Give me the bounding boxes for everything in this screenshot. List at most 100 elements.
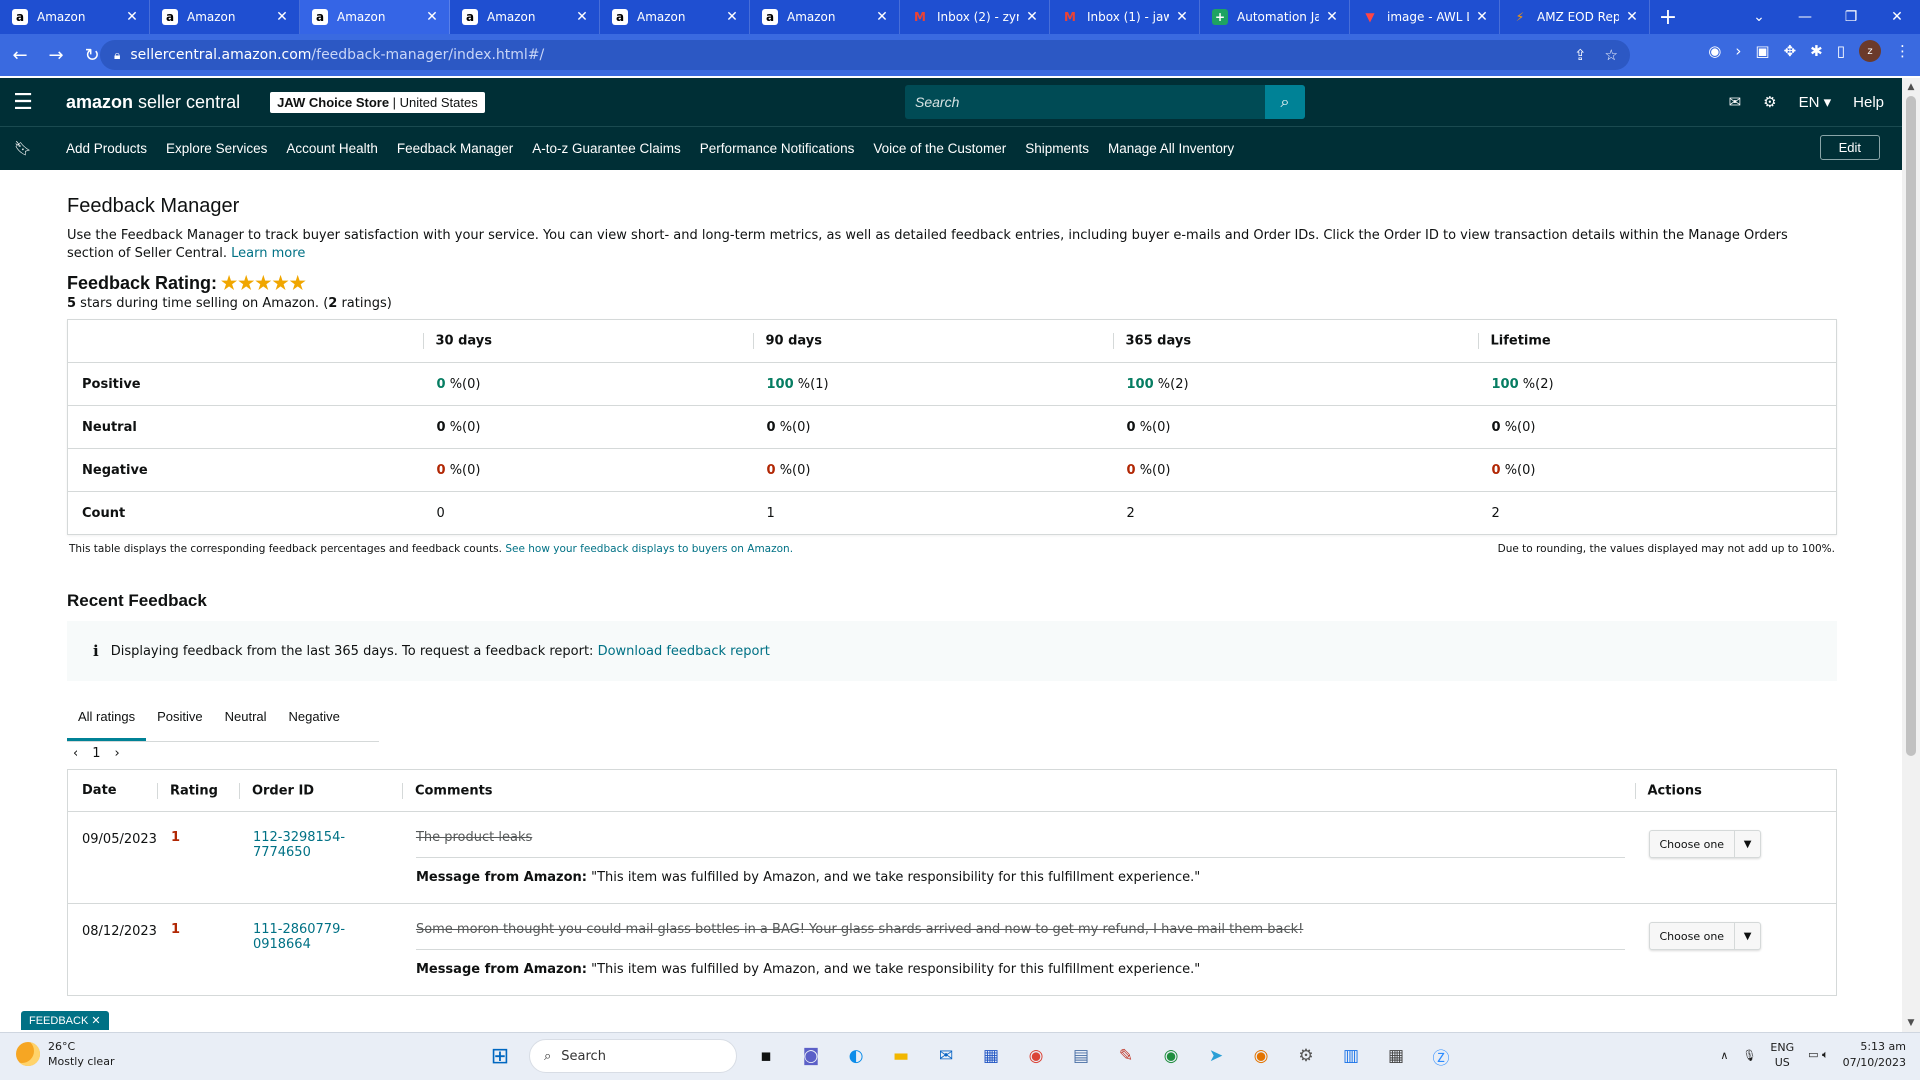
- taskbar-search[interactable]: ⌕ Search: [529, 1039, 737, 1073]
- nav-link-a-to-z-guarantee-claims[interactable]: A-to-z Guarantee Claims: [532, 141, 681, 156]
- buyer-display-link[interactable]: See how your feedback displays to buyers…: [505, 543, 793, 555]
- bookmark-icon[interactable]: 🔖︎: [0, 141, 46, 157]
- start-windows-icon[interactable]: ⊞: [484, 1040, 516, 1072]
- browser-tab[interactable]: M Inbox (2) - zyru ✕: [900, 0, 1050, 34]
- microphone-icon[interactable]: 🎙︎: [1742, 1049, 1756, 1062]
- gear-icon[interactable]: ⚙: [1763, 93, 1776, 111]
- close-tab-icon[interactable]: ✕: [125, 9, 139, 25]
- nav-link-shipments[interactable]: Shipments: [1025, 141, 1089, 156]
- nav-link-explore-services[interactable]: Explore Services: [166, 141, 267, 156]
- choose-one-dropdown[interactable]: Choose one ▼: [1648, 922, 1762, 950]
- search-button[interactable]: ⌕: [1265, 85, 1305, 119]
- learn-more-link[interactable]: Learn more: [231, 246, 305, 261]
- file-explorer-icon[interactable]: ▬: [885, 1040, 917, 1072]
- restore-button[interactable]: ❐: [1828, 0, 1874, 34]
- browser-tab[interactable]: a Amazon ✕: [300, 0, 450, 34]
- zoom-icon[interactable]: Ⓩ: [1425, 1040, 1457, 1072]
- network-volume-icon[interactable]: ▭ 🔈︎: [1808, 1048, 1829, 1062]
- chrome-icon[interactable]: ◉: [1020, 1040, 1052, 1072]
- close-tab-icon[interactable]: ✕: [725, 9, 739, 25]
- help-link[interactable]: Help: [1853, 94, 1884, 111]
- system-clock[interactable]: 5:13 am 07/10/2023: [1843, 1039, 1906, 1071]
- mail-icon[interactable]: ✉: [1729, 93, 1742, 111]
- choose-one-dropdown[interactable]: Choose one ▼: [1648, 830, 1762, 858]
- browser-tab[interactable]: a Amazon ✕: [0, 0, 150, 34]
- chevron-up-icon[interactable]: ∧: [1720, 1049, 1728, 1062]
- edit-nav-button[interactable]: Edit: [1819, 135, 1880, 160]
- scroll-down-arrow[interactable]: ▼: [1902, 1018, 1920, 1028]
- notepad-icon[interactable]: ▥: [1335, 1040, 1367, 1072]
- hamburger-menu-icon[interactable]: ☰: [0, 78, 46, 126]
- app-icon[interactable]: ✎: [1110, 1040, 1142, 1072]
- order-id-link[interactable]: 112-3298154-7774650: [253, 830, 345, 860]
- nav-link-account-health[interactable]: Account Health: [286, 141, 378, 156]
- side-panel-icon[interactable]: ▯: [1837, 42, 1845, 60]
- feedback-widget-tab[interactable]: FEEDBACK ✕: [21, 1011, 109, 1030]
- close-tab-icon[interactable]: ✕: [275, 9, 289, 25]
- edge-icon[interactable]: ◐: [840, 1040, 872, 1072]
- tab-negative[interactable]: Negative: [278, 699, 351, 741]
- browser-tab[interactable]: M Inbox (1) - jawc ✕: [1050, 0, 1200, 34]
- tab-search-icon[interactable]: ⌄: [1736, 0, 1782, 34]
- chevron-right-icon[interactable]: ›: [114, 746, 119, 761]
- task-view-icon[interactable]: ▪: [750, 1040, 782, 1072]
- close-tab-icon[interactable]: ✕: [575, 9, 589, 25]
- kebab-menu-icon[interactable]: ⋮: [1895, 42, 1910, 60]
- close-tab-icon[interactable]: ✕: [1625, 9, 1639, 25]
- extension-icon[interactable]: ◉: [1708, 42, 1721, 60]
- settings-icon[interactable]: ⚙: [1290, 1040, 1322, 1072]
- telegram-icon[interactable]: ➤: [1200, 1040, 1232, 1072]
- seller-central-logo[interactable]: amazon seller central: [66, 92, 240, 113]
- store-icon[interactable]: ▦: [975, 1040, 1007, 1072]
- browser-tab[interactable]: a Amazon ✕: [450, 0, 600, 34]
- browser-tab[interactable]: + Automation Ja ✕: [1200, 0, 1350, 34]
- calculator-icon[interactable]: ▦: [1380, 1040, 1412, 1072]
- share-icon[interactable]: ⇪: [1574, 46, 1587, 64]
- extension-icon[interactable]: ✥: [1784, 42, 1797, 60]
- order-id-link[interactable]: 111-2860779-0918664: [253, 922, 345, 952]
- scroll-thumb[interactable]: [1906, 96, 1916, 756]
- profile-avatar[interactable]: z: [1859, 40, 1881, 62]
- language-selector[interactable]: EN ▾: [1799, 93, 1832, 111]
- nav-link-feedback-manager[interactable]: Feedback Manager: [397, 141, 513, 156]
- close-tab-icon[interactable]: ✕: [875, 9, 889, 25]
- back-button[interactable]: ←: [4, 39, 36, 71]
- new-tab-button[interactable]: +: [1650, 5, 1686, 30]
- extension-icon[interactable]: ▣: [1755, 42, 1769, 60]
- vertical-scrollbar[interactable]: ▲ ▼: [1902, 78, 1920, 1032]
- close-tab-icon[interactable]: ✕: [1325, 9, 1339, 25]
- app-icon[interactable]: ▤: [1065, 1040, 1097, 1072]
- close-tab-icon[interactable]: ✕: [1175, 9, 1189, 25]
- extension-icon[interactable]: ›: [1735, 42, 1741, 60]
- puzzle-icon[interactable]: ✱: [1810, 42, 1823, 60]
- tab-all-ratings[interactable]: All ratings: [67, 699, 147, 741]
- chevron-down-icon[interactable]: ▼: [1734, 830, 1760, 858]
- nav-link-manage-all-inventory[interactable]: Manage All Inventory: [1108, 141, 1234, 156]
- mail-app-icon[interactable]: ✉: [930, 1040, 962, 1072]
- browser-tab[interactable]: a Amazon ✕: [600, 0, 750, 34]
- close-window-button[interactable]: ✕: [1874, 0, 1920, 34]
- nav-link-voice-of-the-customer[interactable]: Voice of the Customer: [873, 141, 1006, 156]
- browser-tab[interactable]: ⚡ AMZ EOD Repo ✕: [1500, 0, 1650, 34]
- search-input[interactable]: [905, 85, 1265, 119]
- nav-link-performance-notifications[interactable]: Performance Notifications: [700, 141, 855, 156]
- url-bar[interactable]: 🔒︎ sellercentral.amazon.com/feedback-man…: [100, 40, 1630, 70]
- store-selector[interactable]: JAW Choice Store | United States: [270, 91, 485, 113]
- weather-widget[interactable]: 26°C Mostly clear: [16, 1039, 114, 1069]
- chevron-down-icon[interactable]: ▼: [1734, 922, 1760, 950]
- scroll-up-arrow[interactable]: ▲: [1902, 82, 1920, 92]
- close-tab-icon[interactable]: ✕: [425, 9, 439, 25]
- chevron-left-icon[interactable]: ‹: [73, 746, 78, 761]
- close-tab-icon[interactable]: ✕: [1475, 9, 1489, 25]
- nav-link-add-products[interactable]: Add Products: [66, 141, 147, 156]
- minimize-button[interactable]: —: [1782, 0, 1828, 34]
- teams-chat-icon[interactable]: ◙: [795, 1040, 827, 1072]
- browser-tab[interactable]: a Amazon ✕: [750, 0, 900, 34]
- input-language[interactable]: ENG US: [1770, 1040, 1794, 1070]
- forward-button[interactable]: →: [40, 39, 72, 71]
- tab-positive[interactable]: Positive: [146, 699, 214, 741]
- bookmark-star-icon[interactable]: ☆: [1605, 46, 1618, 64]
- close-tab-icon[interactable]: ✕: [1025, 9, 1039, 25]
- page-number[interactable]: 1: [92, 746, 100, 761]
- download-report-link[interactable]: Download feedback report: [598, 644, 770, 659]
